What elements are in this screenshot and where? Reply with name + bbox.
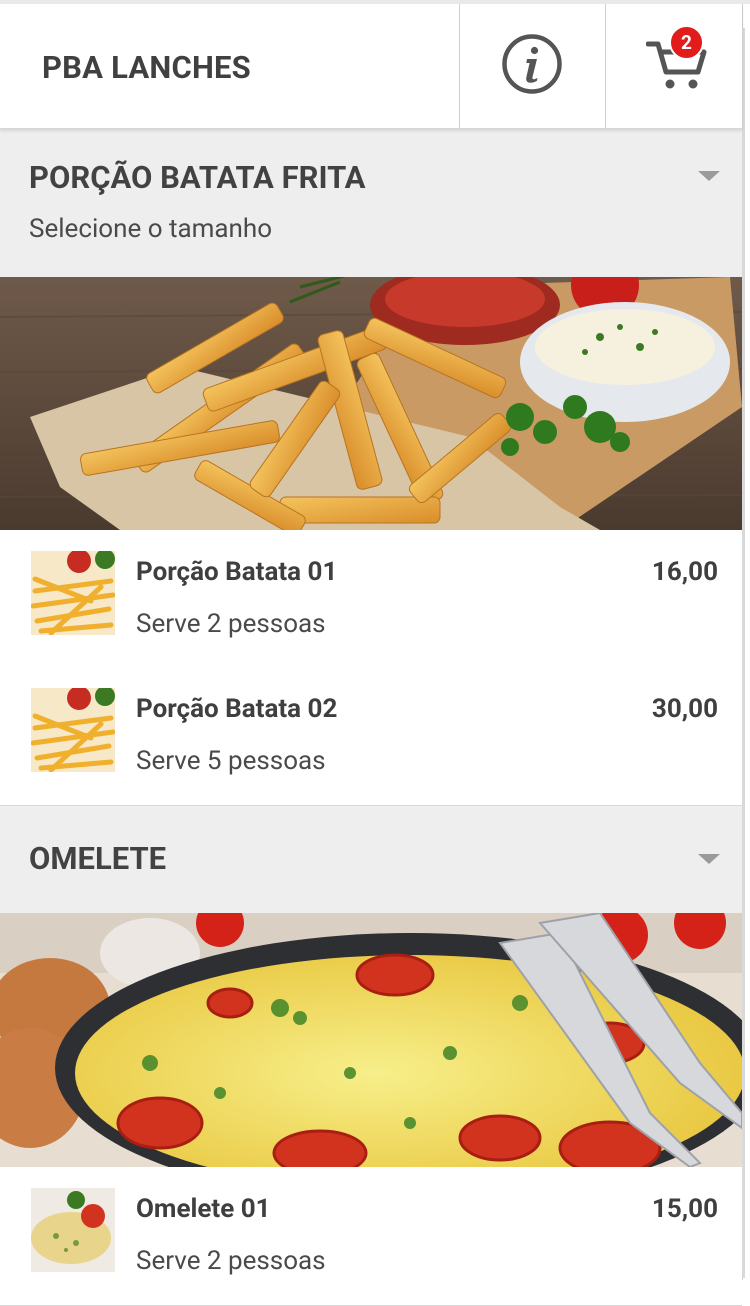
section-header-batata[interactable]: PORÇÃO BATATA FRITA Selecione o tamanho [0, 128, 742, 277]
chevron-down-icon [698, 171, 720, 181]
item-price: 15,00 [651, 1194, 718, 1224]
item-price: 16,00 [651, 557, 718, 587]
info-icon [502, 34, 562, 94]
item-description: Serve 2 pessoas [136, 1246, 326, 1276]
section-title: OMELETE [29, 840, 167, 877]
cart-button[interactable]: 2 [606, 4, 742, 128]
item-name: Porção Batata 01 [136, 557, 338, 587]
menu-item[interactable]: Porção Batata 02 Serve 5 pessoas 30,00 [0, 668, 742, 806]
item-name: Omelete 01 [136, 1194, 271, 1224]
item-price: 30,00 [651, 694, 718, 724]
fries-thumbnail [31, 551, 115, 635]
fries-thumbnail [31, 688, 115, 772]
french-fries-banner [0, 277, 742, 530]
cart-count-badge: 2 [669, 25, 704, 60]
app-title: PBA LANCHES [42, 49, 251, 86]
section-title: PORÇÃO BATATA FRITA [29, 159, 366, 196]
omelette-banner [0, 913, 742, 1167]
section-header-omelete[interactable]: OMELETE [0, 806, 742, 913]
menu-item[interactable]: Porção Batata 01 Serve 2 pessoas 16,00 [0, 531, 742, 669]
omelette-thumbnail [31, 1188, 115, 1272]
item-description: Serve 5 pessoas [136, 746, 326, 776]
section-subtitle: Selecione o tamanho [29, 214, 273, 244]
info-button[interactable] [460, 4, 605, 128]
item-name: Porção Batata 02 [136, 694, 338, 724]
scrollbar-thumb[interactable] [742, 28, 745, 1278]
app-header: PBA LANCHES 2 [0, 4, 742, 129]
item-description: Serve 2 pessoas [136, 609, 326, 639]
menu-item[interactable]: Omelete 01 Serve 2 pessoas 15,00 [0, 1168, 742, 1306]
chevron-down-icon [698, 854, 720, 864]
